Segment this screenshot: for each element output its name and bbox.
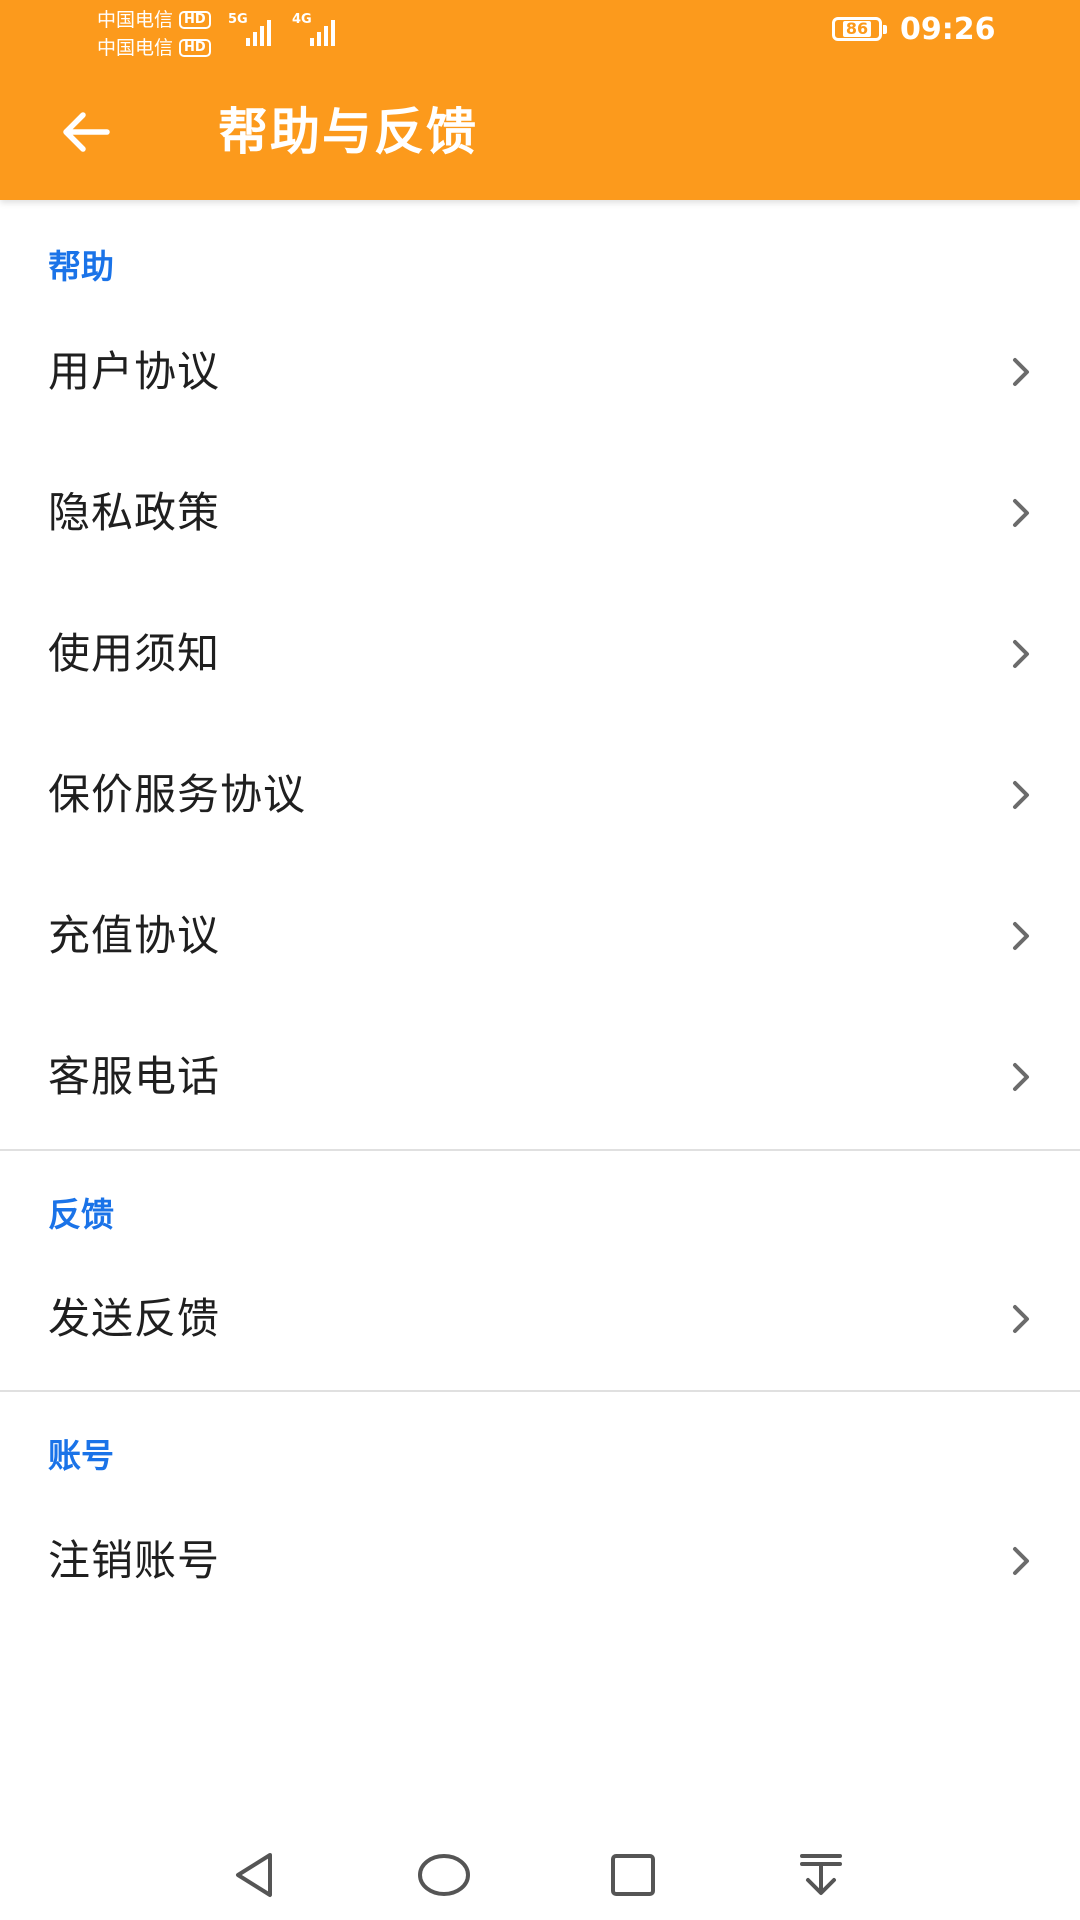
chevron-right-icon [1013, 922, 1029, 950]
menu-item-label: 保价服务协议 [48, 770, 307, 819]
network-type-2: 4G [292, 12, 312, 27]
carrier-info: 中国电信 HD 中国电信 HD [97, 6, 211, 62]
battery-level: 86 [842, 21, 872, 37]
menu-item-price-protection[interactable]: 保价服务协议 [0, 725, 1080, 865]
home-circle-icon [418, 1854, 470, 1896]
page-title: 帮助与反馈 [218, 103, 478, 161]
section-divider [0, 1390, 1080, 1392]
signal-5g-icon: 5G [228, 12, 278, 46]
notification-pull-icon [800, 1854, 842, 1895]
nav-back-button[interactable] [220, 1845, 290, 1905]
nav-recents-button[interactable] [598, 1845, 668, 1905]
menu-item-delete-account[interactable]: 注销账号 [0, 1491, 1080, 1631]
chevron-right-icon [1013, 1305, 1029, 1333]
menu-item-usage-notice[interactable]: 使用须知 [0, 584, 1080, 724]
battery-icon: 86 [832, 17, 887, 41]
signal-indicators: 5G 4G [228, 12, 342, 46]
menu-item-user-agreement[interactable]: 用户协议 [0, 302, 1080, 442]
back-triangle-icon [236, 1853, 272, 1897]
section-label-help: 帮助 [48, 247, 114, 286]
signal-4g-icon: 4G [292, 12, 342, 46]
recents-square-icon [611, 1854, 655, 1896]
arrow-left-icon [63, 112, 110, 152]
section-divider [0, 1149, 1080, 1151]
chevron-right-icon [1013, 781, 1029, 809]
menu-item-label: 充值协议 [48, 911, 221, 960]
nav-notification-button[interactable] [786, 1845, 856, 1905]
network-type-1: 5G [228, 12, 248, 27]
status-time: 09:26 [900, 12, 996, 47]
menu-item-label: 隐私政策 [48, 488, 221, 537]
back-button[interactable] [50, 100, 120, 164]
hd-badge-2: HD [179, 39, 211, 57]
app-header: 中国电信 HD 中国电信 HD 5G 4G 86 09:26 帮助与反馈 [0, 0, 1080, 200]
nav-home-button[interactable] [409, 1845, 479, 1905]
menu-item-label: 用户协议 [48, 347, 221, 396]
chevron-right-icon [1013, 499, 1029, 527]
chevron-right-icon [1013, 640, 1029, 668]
menu-item-label: 客服电话 [48, 1052, 221, 1101]
section-label-account: 账号 [48, 1436, 114, 1475]
carrier-name-2: 中国电信 [97, 37, 174, 59]
menu-item-label: 使用须知 [48, 629, 221, 678]
carrier-line-2: 中国电信 HD [97, 34, 211, 62]
menu-item-customer-service-phone[interactable]: 客服电话 [0, 1007, 1080, 1147]
hd-badge-1: HD [179, 11, 211, 29]
menu-item-send-feedback[interactable]: 发送反馈 [0, 1249, 1080, 1389]
menu-item-label: 发送反馈 [48, 1294, 221, 1343]
chevron-right-icon [1013, 358, 1029, 386]
chevron-right-icon [1013, 1063, 1029, 1091]
menu-item-label: 注销账号 [48, 1536, 221, 1585]
chevron-right-icon [1013, 1547, 1029, 1575]
carrier-line-1: 中国电信 HD [97, 6, 211, 34]
menu-item-privacy-policy[interactable]: 隐私政策 [0, 443, 1080, 583]
menu-item-recharge-agreement[interactable]: 充值协议 [0, 866, 1080, 1006]
section-label-feedback: 反馈 [48, 1195, 114, 1234]
carrier-name-1: 中国电信 [97, 9, 174, 31]
